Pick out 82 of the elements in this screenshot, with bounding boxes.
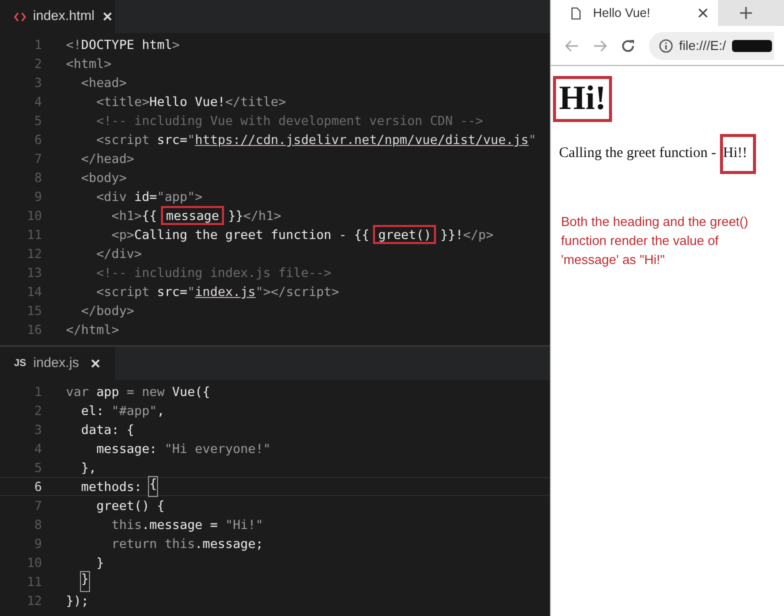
code-line: <title>Hello Vue!</title> — [95, 93, 286, 111]
code-line: <script src="index.js"></script> — [95, 283, 340, 301]
browser-tab[interactable]: Hello Vue! — [551, 0, 718, 26]
line-number: 3 — [33, 74, 42, 92]
line-number: 2 — [33, 55, 42, 73]
code-line: </head> — [80, 150, 134, 168]
line-number: 1 — [33, 383, 42, 401]
line-number: 11 — [26, 226, 42, 244]
line-number: 9 — [33, 535, 42, 553]
code-line: el: "#app", — [80, 402, 165, 420]
line-number: 10 — [26, 554, 42, 572]
code-text: <p> — [112, 226, 134, 244]
line-number: 7 — [33, 497, 42, 515]
code-line: }); — [66, 592, 89, 610]
file-type-label: JS — [14, 357, 26, 371]
code-line: }, — [80, 459, 96, 477]
code-text: Calling the greet function - {{ — [134, 226, 370, 244]
editor-tab[interactable]: JS index.js — [0, 347, 115, 380]
code-line: </div> — [95, 245, 142, 263]
code-line: </body> — [80, 302, 134, 320]
line-number: 12 — [26, 592, 42, 610]
line-number: 1 — [33, 36, 42, 54]
reload-icon[interactable] — [621, 38, 635, 52]
code-line: <body> — [80, 169, 127, 187]
line-number: 8 — [33, 169, 42, 187]
code-line: message: "Hi everyone!" — [95, 440, 271, 458]
code-line: <!-- including index.js file--> — [95, 264, 332, 282]
code-line: greet() { — [95, 497, 165, 515]
page-icon — [571, 6, 581, 20]
code-text: }}! — [440, 226, 464, 244]
code-line: this.message = "Hi!" — [110, 516, 264, 534]
code-icon — [14, 12, 26, 22]
address-bar[interactable]: file:///E:/ — [649, 32, 774, 60]
paragraph-text: Calling the greet function - — [559, 144, 716, 163]
highlight-box: message — [161, 206, 224, 225]
highlight-box: greet() — [373, 225, 436, 244]
line-number: 3 — [33, 421, 42, 439]
redaction-mark — [732, 40, 772, 52]
code-text: </h1> — [243, 207, 282, 225]
info-icon — [659, 38, 673, 52]
code-text: }} — [228, 207, 244, 225]
close-icon[interactable] — [698, 8, 708, 18]
line-number: 7 — [33, 150, 42, 168]
code-line: <!-- including Vue with development version CDN --> — [95, 112, 484, 130]
line-number: 6 — [33, 131, 42, 149]
bracket-match: } — [81, 572, 89, 591]
code-line: <!DOCTYPE html> — [66, 36, 180, 54]
line-number: 11 — [26, 573, 42, 591]
line-number: 4 — [33, 440, 42, 458]
code-line: return this.message; — [110, 535, 264, 553]
line-number: 5 — [33, 112, 42, 130]
code-text: <h1> — [112, 207, 142, 225]
code-line: <script src="https://cdn.jsdelivr.net/npm/vue/dist/vue.js" — [95, 131, 536, 149]
page-heading: Hi! — [553, 76, 612, 122]
editor-tab[interactable]: index.html — [0, 0, 115, 33]
code-line: var app = new Vue({ — [66, 383, 210, 401]
annotation-text: Both the heading and the greet() function render the value of 'message' as "Hi!" — [561, 212, 750, 269]
line-number: 6 — [33, 478, 42, 496]
line-number: 16 — [26, 321, 42, 339]
line-number: 10 — [26, 207, 42, 225]
line-number: 8 — [33, 516, 42, 534]
line-number: 14 — [26, 283, 42, 301]
code-text: methods: — [81, 478, 143, 496]
highlight-box: Hi!! — [720, 134, 756, 174]
line-number: 9 — [33, 188, 42, 206]
code-text: </p> — [463, 226, 494, 244]
code-line: <head> — [80, 74, 127, 92]
address-text: file:///E:/ — [679, 36, 726, 55]
code-line: <html> — [66, 55, 112, 73]
code-text: {{ — [142, 207, 158, 225]
line-number: 13 — [26, 264, 42, 282]
new-tab-icon[interactable] — [740, 7, 752, 19]
line-number: 5 — [33, 459, 42, 477]
line-number: 2 — [33, 402, 42, 420]
code-line: data: { — [80, 421, 134, 439]
code-line: } — [95, 554, 104, 572]
line-number: 4 — [33, 93, 42, 111]
bracket-match: { — [149, 477, 158, 496]
code-line: <div id="app"> — [95, 188, 203, 206]
line-number: 12 — [26, 245, 42, 263]
line-number: 15 — [26, 302, 42, 320]
code-line: </html> — [66, 321, 120, 339]
